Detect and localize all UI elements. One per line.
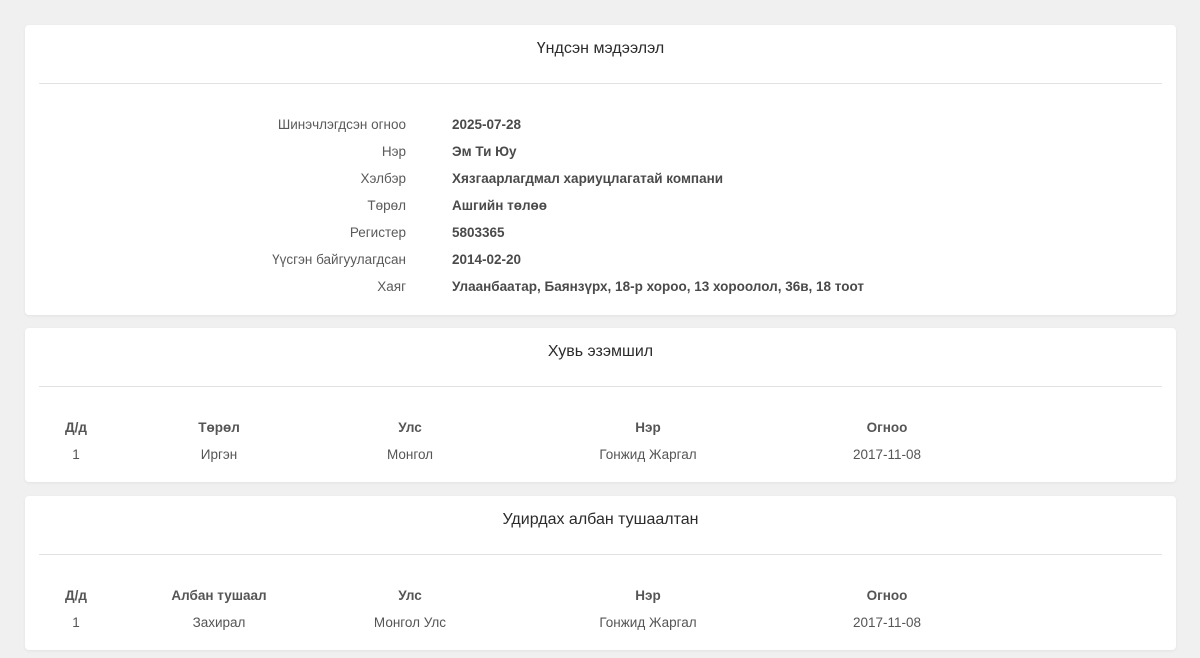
info-label: Үүсгэн байгуулагдсан [272,252,406,267]
basic-info-divider [39,83,1162,84]
info-label: Төрөл [367,198,406,213]
info-value: 2025-07-28 [452,117,522,132]
ownership-card: Хувь эзэмшил Д/д Төрөл Улс Нэр Огноо 1 И… [25,328,1176,482]
info-label: Хэлбэр [360,171,406,186]
ownership-title: Хувь эзэмшил [547,343,654,360]
info-row-updated: Шинэчлэгдсэн огноо 2025-07-28 [25,115,1176,135]
column-header: Нэр [635,588,661,603]
basic-info-title: Үндсэн мэдээлэл [536,40,665,57]
column-header: Төрөл [198,420,240,435]
info-row-register: Регистер 5803365 [25,223,1176,243]
info-label: Шинэчлэгдсэн огноо [277,117,406,132]
info-value: Улаанбаатар, Баянзүрх, 18-р хороо, 13 хо… [452,279,864,294]
column-header: Улс [398,588,422,603]
management-table-header: Д/д Албан тушаал Улс Нэр Огноо [25,586,1176,606]
management-divider [39,554,1162,555]
info-value: 5803365 [452,225,505,240]
table-cell: Захирал [192,615,246,630]
info-label: Хаяг [377,279,406,294]
info-label: Регистер [349,225,406,240]
column-header: Улс [398,420,422,435]
table-row: 1 Захирал Монгол Улс Гонжид Жаргал 2017-… [25,613,1176,633]
info-row-type: Төрөл Ашгийн төлөө [25,196,1176,216]
info-value: Эм Ти Юу [452,144,517,159]
basic-info-card: Үндсэн мэдээлэл Шинэчлэгдсэн огноо 2025-… [25,25,1176,315]
table-cell: 2017-11-08 [852,447,922,462]
ownership-table-header: Д/д Төрөл Улс Нэр Огноо [25,418,1176,438]
info-label: Нэр [381,144,406,159]
table-cell: Монгол Улс [373,615,447,630]
column-header: Огноо [866,420,908,435]
info-value: Хязгаарлагдмал хариуцлагатай компани [452,171,724,186]
info-value: 2014-02-20 [452,252,522,267]
table-cell: Гонжид Жаргал [599,447,697,462]
info-row-name: Нэр Эм Ти Юу [25,142,1176,162]
column-header: Огноо [866,588,908,603]
table-cell: Гонжид Жаргал [599,615,697,630]
column-header: Албан тушаал [171,588,267,603]
ownership-divider [39,386,1162,387]
info-row-address: Хаяг Улаанбаатар, Баянзүрх, 18-р хороо, … [25,277,1176,297]
column-header: Нэр [635,420,661,435]
table-row: 1 Иргэн Монгол Гонжид Жаргал 2017-11-08 [25,445,1176,465]
management-card: Удирдах албан тушаалтан Д/д Албан тушаал… [25,496,1176,650]
table-cell: Иргэн [200,447,238,462]
info-row-form: Хэлбэр Хязгаарлагдмал хариуцлагатай комп… [25,169,1176,189]
table-cell: Монгол [386,447,434,462]
table-cell: 2017-11-08 [852,615,922,630]
management-title: Удирдах албан тушаалтан [502,511,699,528]
info-row-founded: Үүсгэн байгуулагдсан 2014-02-20 [25,250,1176,270]
info-value: Ашгийн төлөө [452,198,548,213]
